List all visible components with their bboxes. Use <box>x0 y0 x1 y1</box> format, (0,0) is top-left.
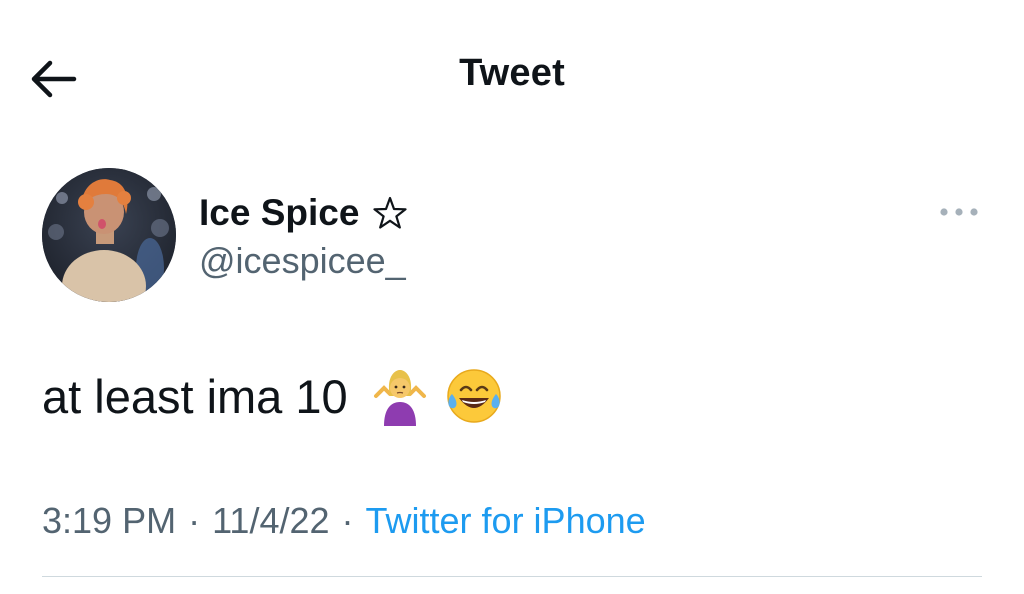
page-title: Tweet <box>459 52 565 94</box>
tweet-meta: 3:19 PM · 11/4/22 · Twitter for iPhone <box>42 500 646 542</box>
divider <box>42 576 982 577</box>
tweet-time: 3:19 PM <box>42 500 177 541</box>
author-handle[interactable]: @icespicee_ <box>199 240 406 282</box>
author-name-row: Ice Spice <box>199 190 409 236</box>
tweet-text: at least ima 10 <box>42 369 348 423</box>
tweet-source-link[interactable]: Twitter for iPhone <box>366 500 646 541</box>
face-with-tears-of-joy-emoji-icon <box>446 369 501 423</box>
avatar[interactable] <box>42 168 176 302</box>
person-shrugging-emoji-icon <box>373 370 426 426</box>
tweet-body: at least ima 10 <box>42 364 504 428</box>
avatar-image <box>42 168 176 302</box>
star-outline-icon <box>373 196 408 229</box>
more-options-icon <box>940 208 978 216</box>
meta-separator: · <box>341 500 354 541</box>
author-display-name[interactable]: Ice Spice <box>199 192 359 234</box>
more-options-button[interactable] <box>936 198 982 226</box>
top-bar: Tweet <box>0 0 1024 160</box>
tweet-date: 11/4/22 <box>212 500 330 541</box>
meta-separator: · <box>188 500 201 541</box>
